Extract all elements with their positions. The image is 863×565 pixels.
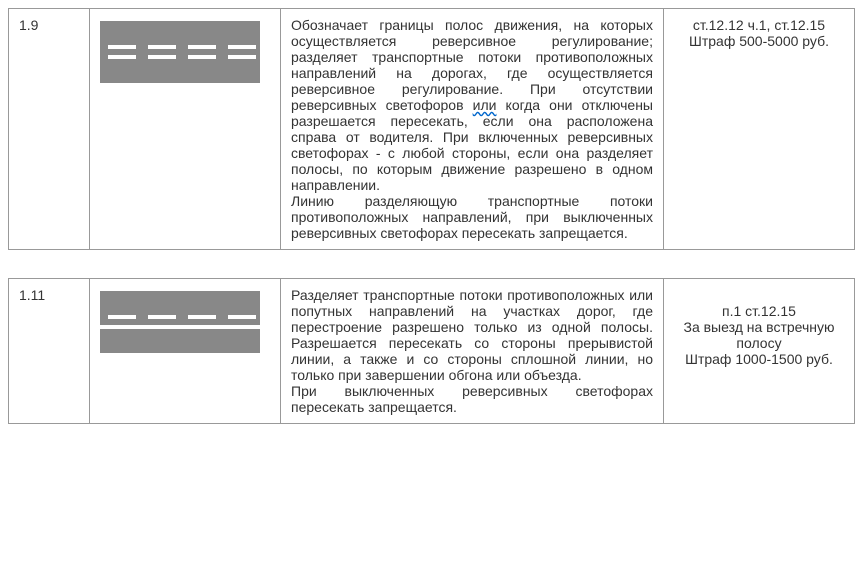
rule-number-cell: 1.11 — [9, 279, 90, 424]
rule-number-cell: 1.9 — [9, 9, 90, 250]
description-cell: Разделяет транспортные потоки противопол… — [281, 279, 664, 424]
fine-line-2: За выезд на встречную полосу — [674, 319, 844, 351]
table-gap — [8, 250, 855, 278]
fine-line-3: Штраф 1000-1500 руб. — [674, 351, 844, 367]
desc-paragraph-2: Линию разделяющую транспортные потоки пр… — [291, 193, 653, 241]
fine-line-1: п.1 ст.12.15 — [674, 303, 844, 319]
desc-text-wavy: или — [473, 97, 497, 113]
road-marking-solid-dashed-icon — [100, 291, 260, 353]
fine-cell: п.1 ст.12.15 За выезд на встречную полос… — [664, 279, 855, 424]
rule-number: 1.11 — [19, 287, 45, 303]
fine-line-2: Штраф 500-5000 руб. — [674, 33, 844, 49]
marking-image-cell — [90, 279, 281, 424]
fine-line-1: ст.12.12 ч.1, ст.12.15 — [674, 17, 844, 33]
table-row: 1.11 Разделяет транспортные потоки проти… — [8, 278, 855, 424]
fine-cell: ст.12.12 ч.1, ст.12.15 Штраф 500-5000 ру… — [664, 9, 855, 250]
desc-paragraph-2: При выключенных реверсивных светофорах п… — [291, 383, 653, 415]
description-cell: Обозначает границы полос движения, на ко… — [281, 9, 664, 250]
marking-image-cell — [90, 9, 281, 250]
desc-text: Разделяет транспортные потоки противопол… — [291, 287, 653, 383]
table-row: 1.9 Обозначает границы полос движения, н… — [8, 8, 855, 250]
rule-number: 1.9 — [19, 17, 38, 33]
road-marking-double-dashed-icon — [100, 21, 260, 83]
